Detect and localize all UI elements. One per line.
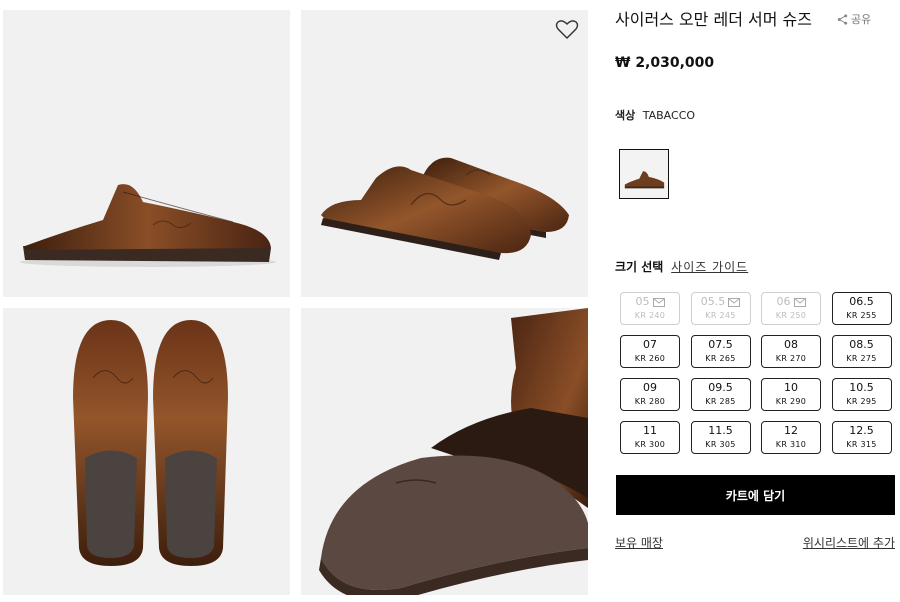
shoe-interior-closeup-image[interactable] bbox=[301, 308, 588, 595]
size-eu-label: 10.5 bbox=[849, 381, 874, 394]
size-eu-label: 11 bbox=[643, 424, 657, 437]
product-gallery bbox=[0, 0, 600, 602]
size-kr-label: KR 300 bbox=[634, 440, 666, 449]
share-label: 공유 bbox=[851, 13, 872, 26]
size-eu-label: 06.5 bbox=[849, 295, 874, 308]
size-option[interactable]: 12.5 KR 315 bbox=[831, 421, 892, 454]
add-to-wishlist-link[interactable]: 위시리스트에 추가 bbox=[803, 534, 895, 551]
size-option[interactable]: 10.5 KR 295 bbox=[831, 378, 892, 411]
size-option[interactable]: 09.5 KR 285 bbox=[690, 378, 751, 411]
size-eu-label: 07 bbox=[643, 338, 657, 351]
size-kr-label: KR 315 bbox=[846, 440, 877, 449]
size-eu-label: 12 bbox=[784, 424, 798, 437]
size-eu-label: 10 bbox=[784, 381, 798, 394]
size-eu-label: 12.5 bbox=[849, 424, 874, 437]
size-kr-label: KR 305 bbox=[705, 440, 736, 449]
size-option[interactable]: 11.5 KR 305 bbox=[690, 421, 751, 454]
size-option[interactable]: 06.5 KR 255 bbox=[831, 292, 892, 325]
product-price: ₩ 2,030,000 bbox=[615, 55, 715, 71]
notify-mail-icon bbox=[793, 297, 806, 307]
size-kr-label: KR 245 bbox=[705, 311, 736, 320]
size-eu-label: 07.5 bbox=[708, 338, 733, 351]
size-guide-link[interactable]: 사이즈 가이드 bbox=[671, 260, 748, 274]
size-option[interactable]: 08.5 KR 275 bbox=[831, 335, 892, 368]
size-kr-label: KR 260 bbox=[634, 354, 666, 363]
product-info-panel: 사이러스 오만 레더 서머 슈즈 공유 ₩ 2,030,000 색상 TABAC… bbox=[615, 0, 897, 602]
size-option[interactable]: 10 KR 290 bbox=[761, 378, 821, 411]
size-kr-label: KR 310 bbox=[775, 440, 807, 449]
size-eu-label: 09.5 bbox=[708, 381, 733, 394]
size-eu-label: 08.5 bbox=[849, 338, 874, 351]
color-swatch-tabacco[interactable] bbox=[619, 149, 669, 199]
size-kr-label: KR 270 bbox=[775, 354, 807, 363]
size-eu-label: 06 bbox=[776, 295, 791, 308]
notify-mail-icon bbox=[728, 297, 741, 307]
share-button[interactable]: 공유 bbox=[837, 11, 871, 27]
size-label: 크기 선택 bbox=[615, 260, 664, 274]
size-option[interactable]: 12 KR 310 bbox=[761, 421, 821, 454]
size-kr-label: KR 240 bbox=[634, 311, 666, 320]
size-kr-label: KR 250 bbox=[775, 311, 807, 320]
product-title: 사이러스 오만 레더 서머 슈즈 bbox=[615, 10, 812, 29]
size-eu-label: 09 bbox=[643, 381, 657, 394]
color-value: TABACCO bbox=[642, 109, 696, 122]
size-option[interactable]: 06 KR 250 bbox=[761, 292, 821, 325]
size-kr-label: KR 290 bbox=[775, 397, 807, 406]
size-option[interactable]: 07.5 KR 265 bbox=[690, 335, 751, 368]
shoe-pair-top-view-image[interactable] bbox=[3, 308, 290, 595]
size-option[interactable]: 07 KR 260 bbox=[620, 335, 680, 368]
color-selection: 색상 TABACCO bbox=[615, 107, 695, 123]
shoe-pair-angle-image[interactable] bbox=[301, 10, 588, 297]
size-kr-label: KR 265 bbox=[705, 354, 736, 363]
size-option[interactable]: 09 KR 280 bbox=[620, 378, 680, 411]
size-kr-label: KR 295 bbox=[846, 397, 877, 406]
size-eu-label: 11.5 bbox=[708, 424, 733, 437]
share-icon bbox=[837, 13, 848, 25]
store-availability-link[interactable]: 보유 매장 bbox=[615, 534, 663, 551]
size-option[interactable]: 05.5 KR 245 bbox=[690, 292, 751, 325]
size-eu-label: 05 bbox=[635, 295, 650, 308]
size-option[interactable]: 08 KR 270 bbox=[761, 335, 821, 368]
wishlist-heart-icon[interactable] bbox=[555, 18, 579, 40]
size-selection-header: 크기 선택 사이즈 가이드 bbox=[615, 258, 748, 275]
size-kr-label: KR 255 bbox=[846, 311, 877, 320]
size-option[interactable]: 11 KR 300 bbox=[620, 421, 680, 454]
size-kr-label: KR 275 bbox=[846, 354, 877, 363]
size-kr-label: KR 285 bbox=[705, 397, 736, 406]
shoe-side-view-image[interactable] bbox=[3, 10, 290, 297]
size-eu-label: 08 bbox=[784, 338, 798, 351]
notify-mail-icon bbox=[652, 297, 665, 307]
size-option[interactable]: 05 KR 240 bbox=[620, 292, 680, 325]
color-label: 색상 bbox=[615, 109, 636, 122]
add-to-cart-button[interactable]: 카트에 담기 bbox=[616, 475, 895, 515]
size-kr-label: KR 280 bbox=[634, 397, 666, 406]
size-eu-label: 05.5 bbox=[700, 295, 726, 308]
